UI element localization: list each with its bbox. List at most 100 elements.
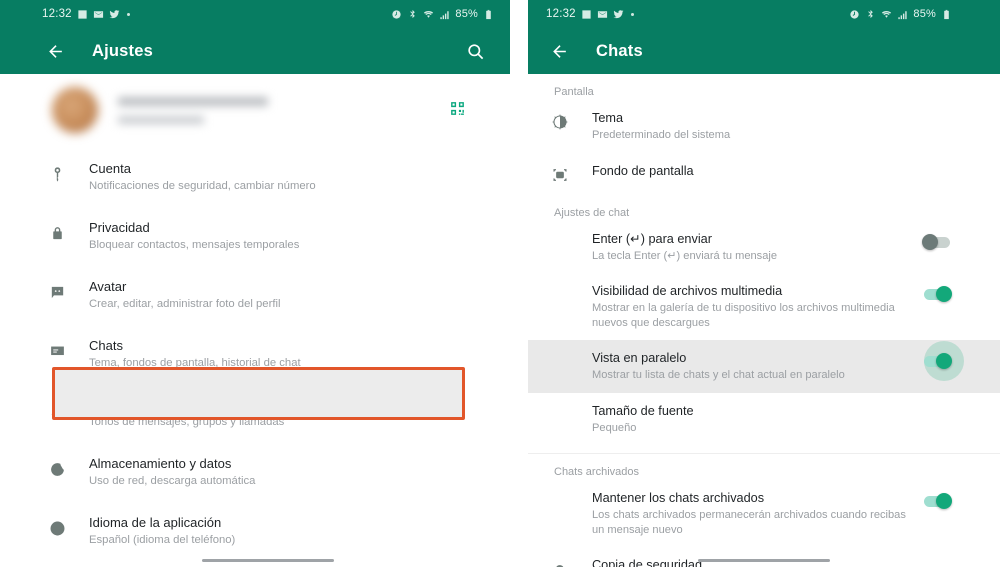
left-phone-screen: 12:32 85% Ajustes Cuenta Notificaciones … [0, 0, 510, 567]
right-status-bar: 12:32 85% [528, 0, 1000, 28]
gallery-icon [77, 9, 88, 20]
item-subtitle: Bloquear contactos, mensajes temporales [89, 239, 300, 251]
item-title: Almacenamiento y datos [89, 456, 232, 471]
item-title: Notificaciones [89, 397, 170, 412]
wallpaper-icon [546, 165, 574, 185]
item-title: Cuenta [89, 161, 131, 176]
sidebar-item-notificaciones[interactable]: Notificaciones Tonos de mensajes, grupos… [42, 384, 494, 443]
avatar[interactable] [52, 87, 98, 133]
alarm-icon [849, 9, 860, 20]
left-status-bar: 12:32 85% [0, 0, 510, 28]
row-title: Vista en paralelo [592, 351, 687, 365]
mail-icon [93, 9, 104, 20]
setting-row-tamano-de-fuente[interactable]: Tamaño de fuente Pequeño [546, 393, 952, 446]
signal-icon [897, 9, 908, 20]
item-subtitle: Tema, fondos de pantalla, historial de c… [89, 357, 301, 369]
toggle-vista-en-paralelo[interactable] [922, 341, 964, 381]
lock-icon [42, 222, 72, 244]
gesture-pill[interactable] [698, 559, 830, 562]
status-right-cluster: 85% [391, 8, 494, 20]
avatar-icon [42, 281, 72, 303]
profile-row[interactable] [42, 74, 494, 146]
storage-icon [42, 458, 72, 480]
status-right-cluster: 85% [849, 8, 952, 20]
row-subtitle: Predeterminado del sistema [592, 129, 731, 141]
row-text: Vista en paralelo Mostrar tu lista de ch… [592, 350, 922, 383]
chat-icon [42, 340, 72, 362]
item-text: Notificaciones Tonos de mensajes, grupos… [89, 397, 284, 430]
setting-row-enter-para-enviar[interactable]: Enter (↵) para enviar La tecla Enter (↵)… [546, 221, 952, 274]
sidebar-item-cuenta[interactable]: Cuenta Notificaciones de seguridad, camb… [42, 148, 494, 207]
battery-icon [483, 9, 494, 20]
status-time: 12:32 [42, 8, 72, 20]
row-subtitle: Los chats archivados permanecerán archiv… [592, 509, 906, 536]
row-subtitle: Mostrar en la galería de tu dispositivo … [592, 302, 895, 329]
screens-gap [510, 0, 528, 567]
item-text: Avatar Crear, editar, administrar foto d… [89, 279, 281, 312]
gesture-pill[interactable] [202, 559, 334, 562]
profile-name-redacted [118, 96, 268, 106]
item-subtitle: Español (idioma del teléfono) [89, 534, 236, 546]
sidebar-item-privacidad[interactable]: Privacidad Bloquear contactos, mensajes … [42, 207, 494, 266]
item-text: Privacidad Bloquear contactos, mensajes … [89, 220, 299, 253]
alarm-icon [391, 9, 402, 20]
setting-row-tema[interactable]: Tema Predeterminado del sistema [546, 100, 952, 153]
toggle-visibilidad-multimedia[interactable] [922, 286, 952, 302]
toggle-mantener-chats-archivados[interactable] [922, 493, 952, 509]
item-text: Almacenamiento y datos Uso de red, desca… [89, 456, 255, 489]
row-text: Mantener los chats archivados Los chats … [592, 490, 922, 537]
sidebar-item-almacenamiento[interactable]: Almacenamiento y datos Uso de red, desca… [42, 443, 494, 502]
row-title: Tamaño de fuente [592, 403, 694, 418]
qr-code-icon[interactable] [449, 100, 466, 117]
item-subtitle: Uso de red, descarga automática [89, 475, 256, 487]
signal-icon [439, 9, 450, 20]
item-text: Cuenta Notificaciones de seguridad, camb… [89, 161, 316, 194]
sidebar-item-idioma[interactable]: Idioma de la aplicación Español (idioma … [42, 502, 494, 561]
page-title: Ajustes [92, 41, 154, 60]
battery-icon [941, 9, 952, 20]
row-text: Visibilidad de archivos multimedia Mostr… [592, 283, 922, 330]
item-title: Privacidad [89, 220, 150, 235]
setting-row-vista-en-paralelo[interactable]: Vista en paralelo Mostrar tu lista de ch… [528, 340, 1000, 393]
contrast-icon [546, 112, 574, 132]
row-text: Fondo de pantalla [592, 163, 952, 179]
section-header-chats-archivados: Chats archivados [554, 466, 639, 478]
status-dot [126, 12, 130, 16]
profile-text-redacted [118, 96, 268, 124]
row-subtitle: La tecla Enter (↵) enviará tu mensaje [592, 249, 778, 262]
row-subtitle: Pequeño [592, 421, 637, 434]
battery-percent: 85% [913, 8, 936, 20]
toggle-enter-para-enviar[interactable] [922, 233, 952, 250]
item-subtitle: Notificaciones de seguridad, cambiar núm… [89, 180, 316, 192]
setting-row-copia-de-seguridad[interactable]: Copia de seguridad [546, 547, 952, 567]
toggle-thumb [936, 493, 952, 509]
item-text: Idioma de la aplicación Español (idioma … [89, 515, 235, 548]
item-subtitle: Tonos de mensajes, grupos y llamadas [89, 416, 285, 428]
setting-row-mantener-chats-archivados[interactable]: Mantener los chats archivados Los chats … [546, 480, 952, 547]
gallery-icon [581, 9, 592, 20]
left-body: Cuenta Notificaciones de seguridad, camb… [0, 74, 510, 567]
item-title: Avatar [89, 279, 127, 294]
right-phone-screen: 12:32 85% Chats Pantalla Tema Predetermi… [528, 0, 1000, 567]
setting-row-visibilidad-multimedia[interactable]: Visibilidad de archivos multimedia Mostr… [546, 273, 952, 340]
status-time: 12:32 [546, 8, 576, 20]
status-left-cluster: 12:32 [42, 8, 130, 20]
search-icon[interactable] [462, 38, 488, 64]
bell-icon [42, 399, 72, 421]
gesture-nav-bar [528, 559, 1000, 562]
bluetooth-icon [407, 9, 418, 20]
sidebar-item-avatar[interactable]: Avatar Crear, editar, administrar foto d… [42, 266, 494, 325]
sidebar-item-chats[interactable]: Chats Tema, fondos de pantalla, historia… [42, 325, 494, 384]
section-divider [528, 453, 1000, 454]
right-app-bar: Chats [528, 28, 1000, 74]
setting-row-fondo-de-pantalla[interactable]: Fondo de pantalla [546, 153, 952, 195]
back-arrow-icon[interactable] [546, 38, 572, 64]
wifi-icon [881, 9, 892, 20]
globe-icon [42, 517, 72, 539]
toggle-thumb [936, 286, 952, 302]
back-arrow-icon[interactable] [42, 38, 68, 64]
mail-icon [597, 9, 608, 20]
status-dot [630, 12, 634, 16]
wifi-icon [423, 9, 434, 20]
dual-screenshot: 12:32 85% Ajustes Cuenta Notificaciones … [0, 0, 1000, 567]
